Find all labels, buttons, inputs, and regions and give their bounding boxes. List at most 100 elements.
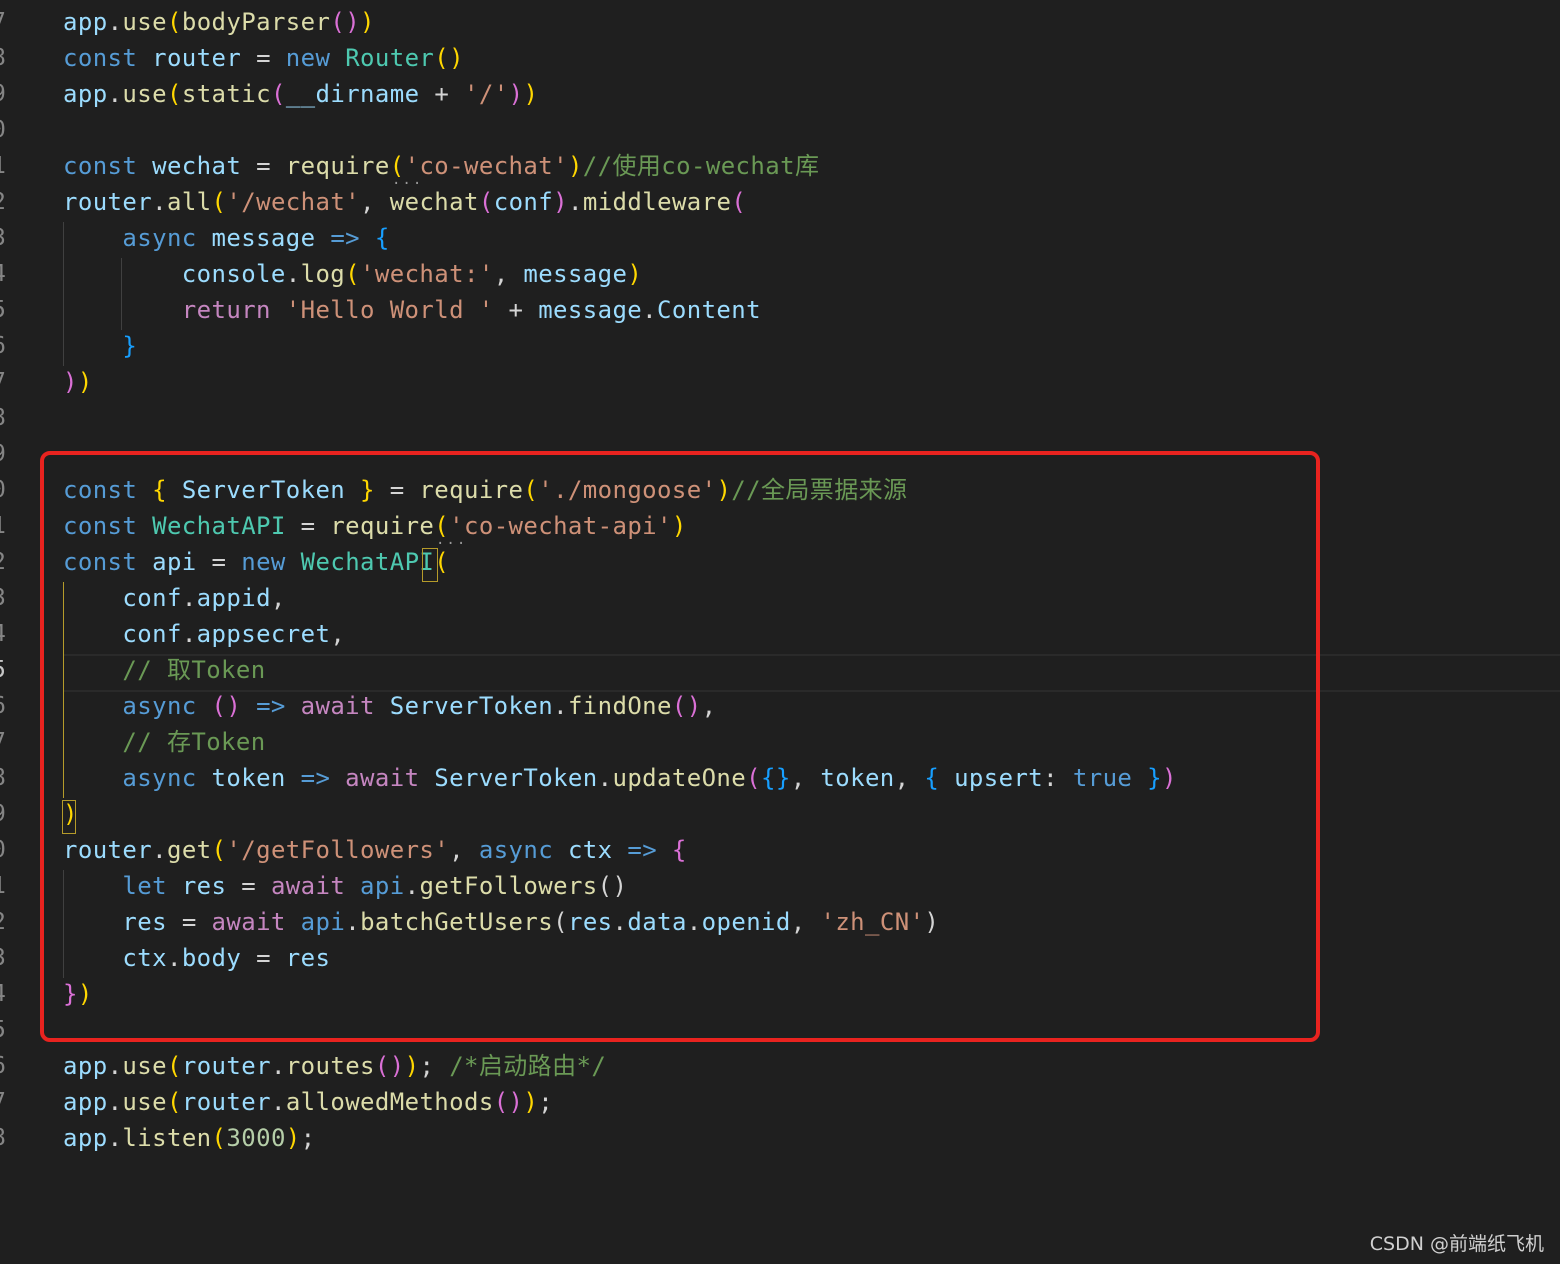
- code-line[interactable]: 7 app.use(bodyParser()): [0, 4, 1560, 40]
- code-text: async message => {: [63, 220, 390, 256]
- line-number: 3: [0, 220, 12, 256]
- code-line[interactable]: 9 app.use(static(__dirname + '/')): [0, 76, 1560, 112]
- code-token: (: [166, 80, 182, 108]
- line-number: 1: [0, 148, 12, 184]
- code-token: use: [122, 1052, 167, 1080]
- code-token: wechat: [152, 152, 242, 180]
- code-token: (): [493, 1088, 524, 1116]
- code-token: 'Hello World ': [285, 296, 494, 324]
- line-number: 5: [0, 652, 12, 688]
- code-token: (: [166, 8, 182, 36]
- line-number: 3: [0, 940, 12, 976]
- code-token: '/': [464, 80, 509, 108]
- code-token: async: [122, 224, 212, 252]
- code-token: +: [419, 80, 465, 108]
- code-token: app: [63, 1088, 108, 1116]
- code-text: const wechat = require('co-wechat')//使用c…: [63, 148, 819, 184]
- code-token: ): [360, 8, 375, 36]
- code-editor[interactable]: 7app.use(bodyParser())8const router = ne…: [0, 0, 1560, 1264]
- code-line[interactable]: 5 return 'Hello World ' + message.Conten…: [0, 292, 1560, 328]
- code-line[interactable]: 4 console.log('wechat:', message): [0, 256, 1560, 292]
- line-number: 7: [0, 364, 12, 400]
- code-token: .: [270, 1052, 286, 1080]
- code-token: 'wechat:': [360, 260, 494, 288]
- code-token: ;: [300, 1124, 316, 1152]
- code-token: .: [270, 1088, 286, 1116]
- code-token: .: [107, 1124, 123, 1152]
- code-line[interactable]: 8 const router = new Router(): [0, 40, 1560, 76]
- line-number: 7: [0, 724, 12, 760]
- code-line[interactable]: 6 }: [0, 328, 1560, 364]
- code-token: bodyParser: [181, 8, 331, 36]
- code-text: console.log('wechat:', message): [63, 256, 642, 292]
- code-token: return: [181, 296, 286, 324]
- code-token: routes: [285, 1052, 375, 1080]
- code-line[interactable]: 2router.all('/wechat', wechat(conf).midd…: [0, 184, 1560, 220]
- code-text: app.use(bodyParser()): [63, 4, 375, 40]
- code-token: ): [77, 368, 93, 396]
- code-token: (: [478, 188, 494, 216]
- line-number: 2: [0, 904, 12, 940]
- code-token: app: [63, 1124, 108, 1152]
- code-token: message: [538, 296, 643, 324]
- line-number: 4: [0, 616, 12, 652]
- code-line[interactable]: 7app.use(router.allowedMethods());: [0, 1084, 1560, 1120]
- code-token: wechat: [389, 188, 479, 216]
- line-number: 1: [0, 508, 12, 544]
- line-number: 6: [0, 328, 12, 364]
- code-line[interactable]: 3 async message => {: [0, 220, 1560, 256]
- line-number: 8: [0, 760, 12, 796]
- line-number: 5: [0, 292, 12, 328]
- line-number: 4: [0, 976, 12, 1012]
- code-token: ): [523, 80, 539, 108]
- line-number: 5: [0, 1012, 12, 1048]
- code-token: use: [122, 1088, 167, 1116]
- code-line[interactable]: 0: [0, 112, 1560, 148]
- code-token: const: [63, 152, 153, 180]
- code-line[interactable]: 8: [0, 400, 1560, 436]
- line-number: 0: [0, 472, 12, 508]
- code-token: message: [211, 224, 316, 252]
- code-token: .: [152, 188, 167, 216]
- code-token: log: [300, 260, 346, 288]
- code-token: ): [404, 1052, 420, 1080]
- code-text: app.use(router.allowedMethods());: [63, 1084, 553, 1120]
- code-token: Router: [345, 44, 435, 72]
- code-token: ): [553, 188, 568, 216]
- code-token: }: [122, 332, 138, 360]
- watermark: CSDN @前端纸飞机: [1369, 1233, 1544, 1255]
- code-token: router: [181, 1088, 271, 1116]
- quickfix-hint[interactable]: ...: [392, 172, 423, 188]
- code-token: console: [181, 260, 286, 288]
- code-token: middleware: [582, 188, 732, 216]
- line-number: 9: [0, 796, 12, 832]
- code-token: '/wechat': [226, 188, 361, 216]
- code-token: 3000: [226, 1124, 286, 1152]
- code-token: conf: [493, 188, 554, 216]
- code-token: =: [241, 44, 286, 72]
- line-number: 7: [0, 4, 12, 40]
- code-token: (): [330, 8, 361, 36]
- code-token: app: [63, 1052, 108, 1080]
- code-token: (: [166, 1088, 182, 1116]
- code-text: app.use(static(__dirname + '/')): [63, 76, 538, 112]
- code-token: static: [181, 80, 271, 108]
- code-line[interactable]: 1 const wechat = require('co-wechat')//使用…: [0, 148, 1560, 184]
- code-token: (: [211, 188, 227, 216]
- code-token: .: [567, 188, 583, 216]
- code-line[interactable]: 8 app.listen(3000);: [0, 1120, 1560, 1156]
- code-token: ): [627, 260, 643, 288]
- line-number: 9: [0, 76, 12, 112]
- code-token: (: [345, 260, 361, 288]
- code-text: app.listen(3000);: [63, 1120, 316, 1156]
- code-line[interactable]: 6app.use(router.routes()); /*启动路由*/: [0, 1048, 1560, 1084]
- code-token: {: [374, 224, 390, 252]
- code-token: const: [63, 44, 153, 72]
- line-number: 8: [0, 400, 12, 436]
- line-number: 0: [0, 832, 12, 868]
- code-token: Content: [657, 296, 761, 324]
- code-line[interactable]: 7)): [0, 364, 1560, 400]
- code-token: message: [523, 260, 628, 288]
- code-token: ): [63, 368, 78, 396]
